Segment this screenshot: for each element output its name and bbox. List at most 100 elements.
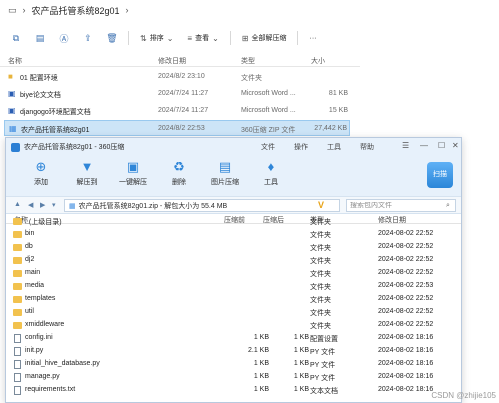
item-size: 27,442 KB <box>314 125 347 132</box>
share-icon[interactable]: ⇪ <box>76 33 100 44</box>
cell-name: init.py <box>25 347 44 354</box>
maximize-icon[interactable]: ☐ <box>438 141 445 150</box>
one-click-extract-label: 一键解压 <box>119 179 147 186</box>
list-item[interactable]: ■ 01 配置环境 2024/8/2 23:10 文件夹 <box>4 69 350 85</box>
search-icon[interactable]: ⌕ <box>446 202 450 210</box>
table-row[interactable]: xmiddleware 文件夹 2024-08-02 22:52 <box>6 320 461 331</box>
table-row[interactable]: media 文件夹 2024-08-02 22:53 <box>6 281 461 292</box>
close-icon[interactable]: ✕ <box>452 141 459 150</box>
chevron-right-icon[interactable]: › <box>23 5 26 15</box>
table-row[interactable]: db 文件夹 2024-08-02 22:52 <box>6 242 461 253</box>
cell-modified: 2024-08-02 22:52 <box>378 295 434 302</box>
cell-type: 文件夹 <box>310 245 331 252</box>
col-size[interactable]: 大小 <box>311 56 325 66</box>
minimize-icon[interactable]: — <box>420 141 428 150</box>
cell-after: 1 KB <box>293 386 309 393</box>
cell-type: 文件夹 <box>310 323 331 330</box>
table-row[interactable]: requirements.txt 1 KB 1 KB 文本文档 2024-08-02 1… <box>6 385 461 396</box>
cell-name: media <box>25 282 45 289</box>
delete-icon[interactable]: 🗑 <box>100 33 124 44</box>
menu-icon[interactable]: ▾ <box>52 201 56 209</box>
copy-icon[interactable]: ⧉ <box>4 33 28 44</box>
table-row[interactable]: init.py 2.1 KB 1 KB PY 文件 2024-08-02 18:16 <box>6 346 461 357</box>
cell-modified: 2024-08-02 22:52 <box>378 308 434 315</box>
menu-tools[interactable]: 工具 <box>327 142 341 152</box>
extract-all-button[interactable]: ⊞ 全部解压缩 <box>235 33 294 43</box>
search-input[interactable] <box>350 202 446 209</box>
item-date: 2024/7/24 11:27 <box>158 107 209 114</box>
view-label: 查看 <box>195 35 210 42</box>
table-row[interactable]: manage.py 1 KB 1 KB PY 文件 2024-08-02 18:16 <box>6 372 461 383</box>
list-item-selected[interactable]: ▦ 农产品托管系统82g01 2024/8/2 22:53 360压缩 ZIP … <box>4 120 350 136</box>
chevron-down-icon: ⌄ <box>212 33 219 43</box>
cell-type: 文件夹 <box>310 284 331 291</box>
item-size: 15 KB <box>328 107 348 114</box>
toolbar-divider <box>297 31 299 45</box>
add-icon: ⊕ <box>35 159 47 174</box>
tools-button[interactable]: ♦ 工具 <box>251 159 291 187</box>
scan-button[interactable]: 扫描 <box>427 162 453 188</box>
col-date[interactable]: 修改日期 <box>158 56 186 66</box>
cell-modified: 2024-08-02 18:16 <box>378 347 434 354</box>
list-item[interactable]: ▣ djangogo环境配置文档 2024/7/24 11:27 Microso… <box>4 103 350 119</box>
item-name: 农产品托管系统82g01 <box>21 127 90 134</box>
cell-after: 1 KB <box>293 373 309 380</box>
item-type: 360压缩 ZIP 文件 <box>241 127 296 134</box>
table-row[interactable]: main 文件夹 2024-08-02 22:52 <box>6 268 461 279</box>
menu-icon[interactable]: ☰ <box>402 141 409 150</box>
cell-modified: 2024-08-02 18:16 <box>378 334 434 341</box>
extract-to-button[interactable]: ▼ 解压到 <box>67 159 107 187</box>
sort-icon: ⇅ <box>140 33 147 43</box>
view-button[interactable]: ≡ 查看 ⌄ <box>180 33 225 43</box>
rename-icon[interactable]: Ⓐ <box>52 32 76 45</box>
one-click-extract-button[interactable]: ▣ 一键解压 <box>113 159 153 187</box>
more-button[interactable]: ··· <box>302 35 323 42</box>
paste-icon[interactable]: ▤ <box>28 33 52 44</box>
toolbar-divider <box>229 31 231 45</box>
extract-to-label: 解压到 <box>76 179 98 186</box>
cell-name: config.ini <box>25 334 53 341</box>
chevron-right-icon[interactable]: › <box>126 5 129 15</box>
menu-help[interactable]: 帮助 <box>360 142 374 152</box>
folder-icon <box>13 218 22 225</box>
cell-name: ..(上级目录) <box>25 219 62 226</box>
menu-file[interactable]: 文件 <box>261 142 275 152</box>
item-date: 2024/8/2 23:10 <box>158 73 205 80</box>
up-icon[interactable]: ▲ <box>14 201 21 208</box>
folder-icon <box>13 244 22 251</box>
window-icon: ▭ <box>8 4 17 15</box>
sort-button[interactable]: ⇅ 排序 ⌄ <box>133 33 180 43</box>
delete-icon: ♻ <box>173 159 185 174</box>
folder-icon <box>13 231 22 238</box>
table-row[interactable]: templates 文件夹 2024-08-02 22:52 <box>6 294 461 305</box>
delete-button[interactable]: ♻ 删除 <box>159 159 199 187</box>
zip-titlebar: 农产品托管系统82g01 - 360压缩 文件 操作 工具 帮助 ☰ — ☐ ✕ <box>6 138 461 156</box>
table-row[interactable]: bin 文件夹 2024-08-02 22:52 <box>6 229 461 240</box>
col-type[interactable]: 类型 <box>241 56 255 66</box>
cell-after: 1 KB <box>293 334 309 341</box>
table-row[interactable]: initial_hive_database.py 1 KB 1 KB PY 文件 202… <box>6 359 461 370</box>
address-field[interactable]: ▦ 农产品托管系统82g01.zip - 解包大小为 55.4 MB <box>64 199 340 212</box>
back-icon[interactable]: ◀ <box>28 201 33 209</box>
table-row[interactable]: dj2 文件夹 2024-08-02 22:52 <box>6 255 461 266</box>
menu-action[interactable]: 操作 <box>294 142 308 152</box>
search-field[interactable]: ⌕ <box>346 199 456 212</box>
cell-modified: 2024-08-02 22:52 <box>378 256 434 263</box>
cell-name: initial_hive_database.py <box>25 360 100 367</box>
forward-icon[interactable]: ▶ <box>40 201 45 209</box>
image-compress-label: 图片压缩 <box>211 179 239 186</box>
list-item[interactable]: ▣ biye论文文档 2024/7/24 11:27 Microsoft Wor… <box>4 86 350 102</box>
sort-label: 排序 <box>149 35 164 42</box>
folder-icon <box>13 270 22 277</box>
add-button[interactable]: ⊕ 添加 <box>21 159 61 187</box>
cell-name: xmiddleware <box>25 321 65 328</box>
table-row[interactable]: util 文件夹 2024-08-02 22:52 <box>6 307 461 318</box>
table-row[interactable]: ..(上级目录) 文件夹 <box>6 216 461 227</box>
item-type: 文件夹 <box>241 75 262 82</box>
col-name[interactable]: 名称 <box>8 56 22 66</box>
dropdown-icon[interactable]: V <box>318 200 324 210</box>
item-type: Microsoft Word ... <box>241 90 296 97</box>
image-compress-button[interactable]: ▤ 图片压缩 <box>205 159 245 187</box>
table-row[interactable]: config.ini 1 KB 1 KB 配置设置 2024-08-02 18:16 <box>6 333 461 344</box>
explorer-column-header: 名称 修改日期 类型 大小 <box>0 53 360 67</box>
